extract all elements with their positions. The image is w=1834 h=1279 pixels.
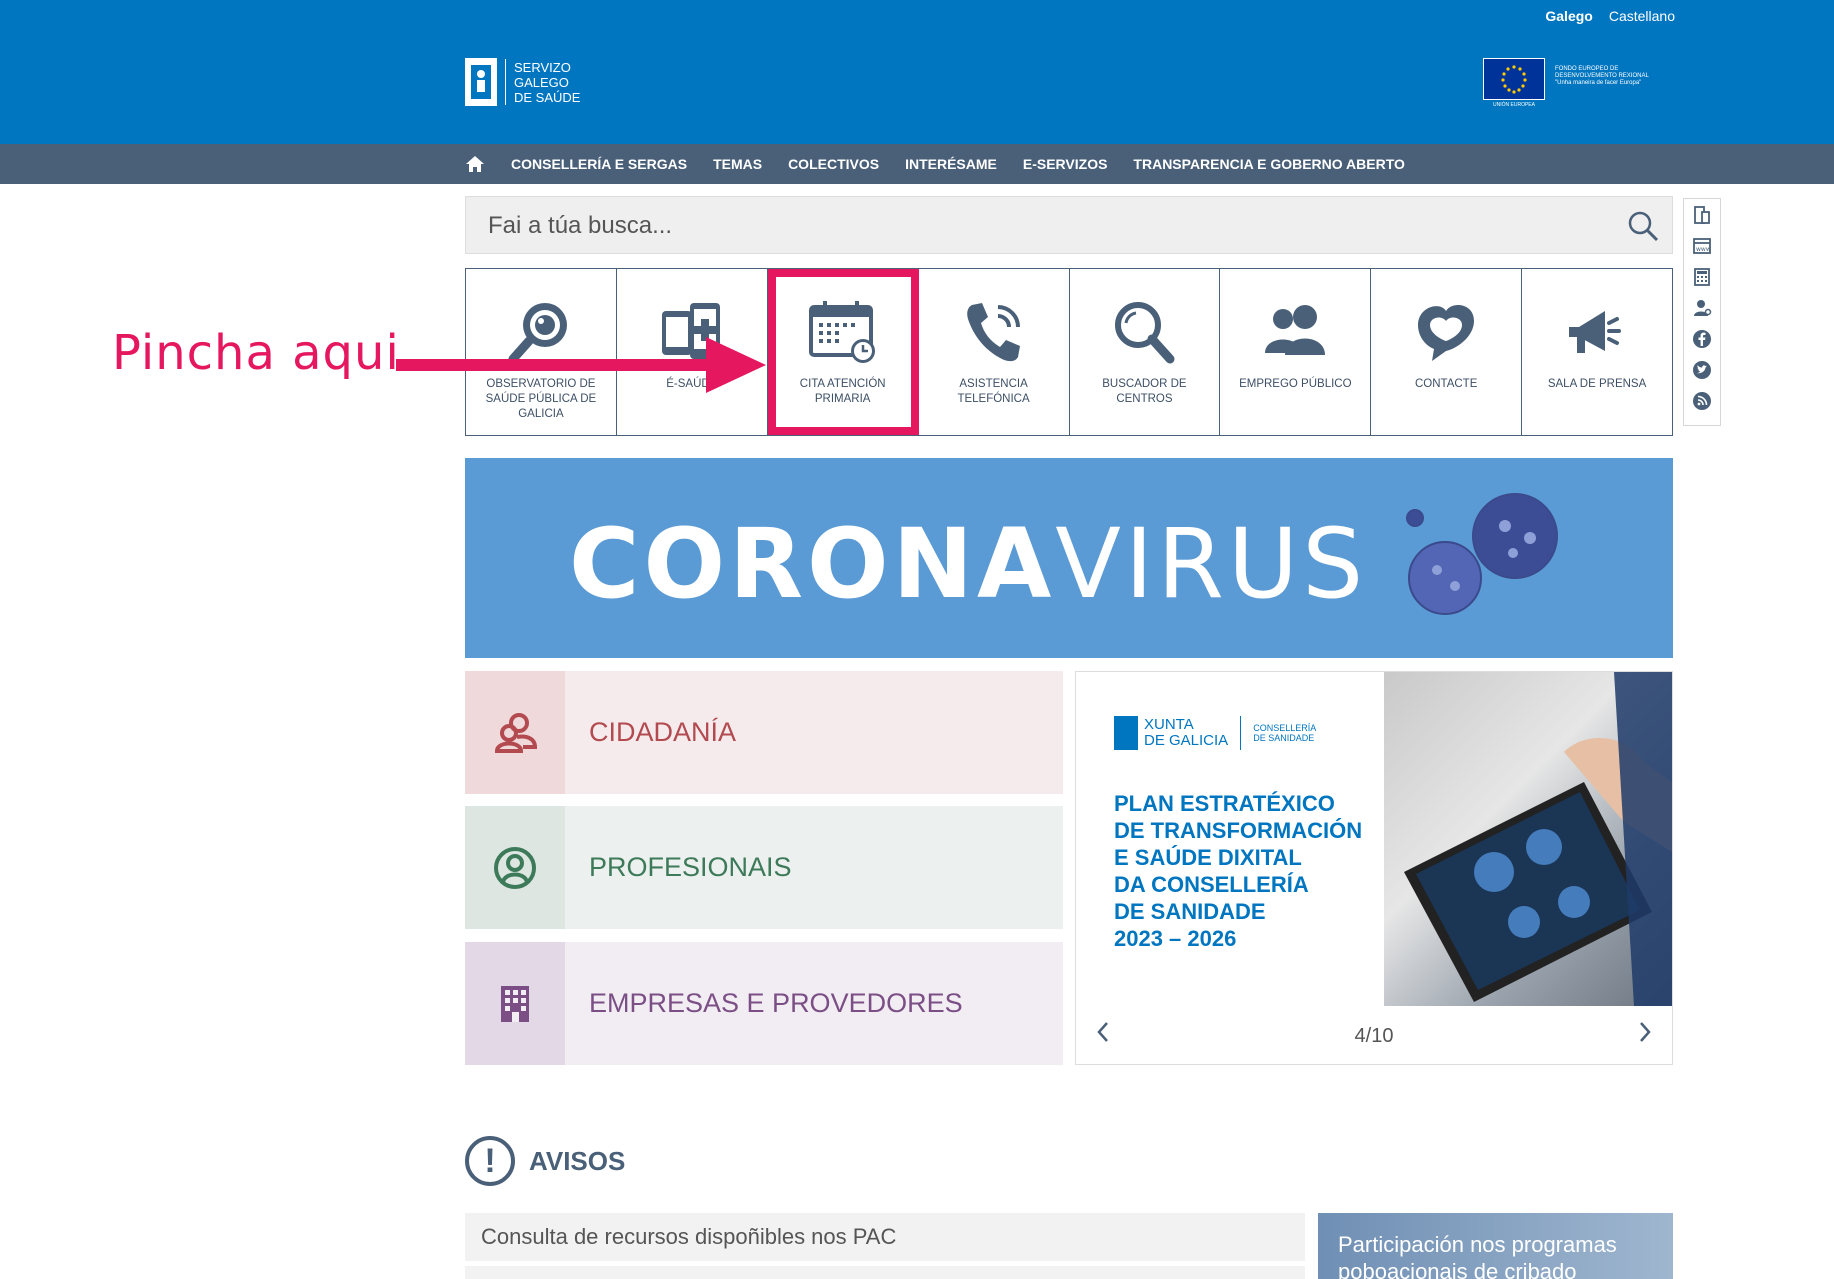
tile-asistencia-telefonica[interactable]: ASISTENCIA TELEFÓNICA [919, 269, 1070, 435]
search-input[interactable] [486, 207, 1590, 245]
tile-sala-prensa[interactable]: SALA DE PRENSA [1522, 269, 1672, 435]
eu-flag-icon [1483, 58, 1545, 100]
category-label: CIDADANÍA [589, 717, 737, 747]
home-icon[interactable] [465, 154, 485, 174]
xunta-logo: XUNTA DE GALICIA CONSELLERÍA DE SANIDADE [1114, 716, 1316, 750]
avisos-heading: ! AVISOS [465, 1136, 625, 1186]
category-cidadania[interactable]: CIDADANÍA [465, 671, 1063, 794]
lang-castellano[interactable]: Castellano [1609, 8, 1675, 24]
tile-cita-atencion-primaria[interactable]: CITA ATENCIÓN PRIMARIA [767, 269, 919, 435]
user-settings-icon[interactable] [1692, 298, 1712, 318]
logo-text: SERVIZO GALEGO DE SAÚDE [514, 59, 581, 105]
annotation-arrow-icon [396, 337, 766, 393]
virus-icon [1406, 493, 1558, 615]
category-label: PROFESIONAIS [589, 852, 792, 882]
building-icon [465, 942, 565, 1065]
galicia-shield-icon [465, 58, 497, 106]
banner-title: CORONAVIRUS [569, 508, 1368, 620]
professional-icon [465, 806, 565, 929]
facebook-icon[interactable] [1692, 329, 1712, 349]
heart-chat-icon [1410, 297, 1482, 369]
calendar-clock-icon [807, 297, 879, 369]
chevron-right-icon[interactable] [1636, 1020, 1654, 1044]
tile-label: CITA ATENCIÓN PRIMARIA [799, 378, 886, 405]
tablet-photo[interactable] [1384, 672, 1672, 1006]
nav-item-eservizos[interactable]: E-SERVIZOS [1023, 156, 1108, 172]
coronavirus-banner[interactable]: CORONAVIRUS [465, 458, 1673, 658]
twitter-icon[interactable] [1692, 360, 1712, 380]
annotation-text: Pincha aqui [112, 325, 400, 381]
tile-contacte[interactable]: CONTACTE [1371, 269, 1523, 435]
citizens-icon [465, 671, 565, 794]
sergas-logo[interactable]: SERVIZO GALEGO DE SAÚDE [465, 58, 580, 106]
lang-galego[interactable]: Galego [1545, 8, 1592, 24]
tile-label: EMPREGO PÚBLICO [1239, 378, 1352, 390]
feder-text: FONDO EUROPEO DE DESENVOLVEMENTO REXIONA… [1555, 66, 1649, 86]
nav-item-transparencia[interactable]: TRANSPARENCIA E GOBERNO ABERTO [1133, 156, 1404, 172]
news-carousel: XUNTA DE GALICIA CONSELLERÍA DE SANIDADE P… [1075, 671, 1673, 1065]
language-switcher: Galego Castellano [1545, 8, 1675, 24]
category-label: EMPRESAS E PROVEDORES [589, 988, 963, 1018]
avisos-title: AVISOS [529, 1145, 626, 1176]
search-icon[interactable] [1626, 209, 1660, 243]
rss-icon[interactable] [1692, 391, 1712, 411]
nav-item-conselleria[interactable]: CONSELLERÍA E SERGAS [511, 156, 687, 172]
nav-item-colectivos[interactable]: COLECTIVOS [788, 156, 879, 172]
megaphone-icon [1561, 297, 1633, 369]
mobile-icon[interactable] [1692, 205, 1712, 225]
logo-separator [505, 59, 506, 105]
tile-label: ASISTENCIA TELEFÓNICA [957, 378, 1030, 405]
tile-label: CONTACTE [1414, 378, 1478, 390]
aviso-item[interactable]: Consulta de recursos dispoñibles nos PAC [465, 1213, 1305, 1261]
tile-label: BUSCADOR DE CENTROS [1102, 378, 1187, 405]
tile-buscador-centros[interactable]: BUSCADOR DE CENTROS [1070, 269, 1221, 435]
category-empresas[interactable]: EMPRESAS E PROVEDORES [465, 942, 1063, 1065]
nav-item-interesame[interactable]: INTERÉSAME [905, 156, 997, 172]
aviso-item[interactable] [465, 1266, 1305, 1279]
promo-card[interactable]: Participación nos programas poboacionais… [1318, 1213, 1673, 1279]
nav-item-temas[interactable]: TEMAS [713, 156, 762, 172]
tile-label: SALA DE PRENSA [1547, 378, 1647, 390]
people-icon [1259, 297, 1331, 369]
side-icon-bar: www [1683, 198, 1721, 426]
category-profesionais[interactable]: PROFESIONAIS [465, 806, 1063, 929]
search-bar [465, 196, 1673, 254]
search-icon [1108, 297, 1180, 369]
main-nav: CONSELLERÍA E SERGAS TEMAS COLECTIVOS IN… [0, 144, 1834, 184]
web-icon[interactable]: www [1692, 236, 1712, 256]
phone-icon [958, 297, 1030, 369]
eu-feder-logo: UNIÓN EUROPEA FONDO EUROPEO DE DESENVOLV… [1483, 58, 1649, 108]
carousel-slide-title[interactable]: PLAN ESTRATÉXICO DE TRANSFORMACIÓN E SAÚ… [1114, 790, 1374, 952]
xunta-shield-icon [1114, 716, 1138, 750]
carousel-pager: 4/10 [1354, 1025, 1394, 1047]
tile-emprego-publico[interactable]: EMPREGO PÚBLICO [1220, 269, 1372, 435]
calculator-icon[interactable] [1692, 267, 1712, 287]
eu-caption: UNIÓN EUROPEA [1493, 102, 1535, 108]
svg-text:www: www [1696, 246, 1711, 253]
exclamation-icon: ! [465, 1136, 515, 1186]
